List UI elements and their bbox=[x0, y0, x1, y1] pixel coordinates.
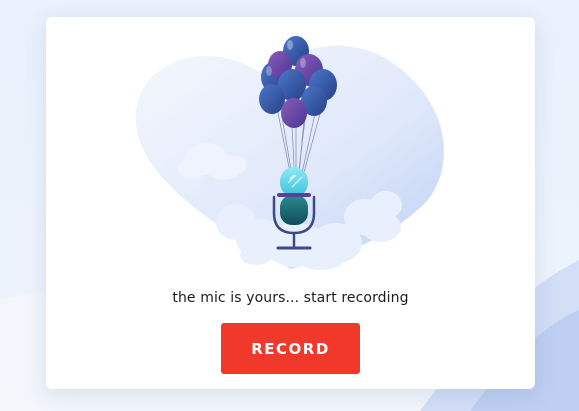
record-button[interactable]: RECORD bbox=[221, 323, 360, 374]
prompt-text: the mic is yours... start recording bbox=[172, 290, 409, 306]
record-card: the mic is yours... start recording RECO… bbox=[46, 17, 535, 389]
balloon-microphone-illustration bbox=[135, 36, 444, 270]
